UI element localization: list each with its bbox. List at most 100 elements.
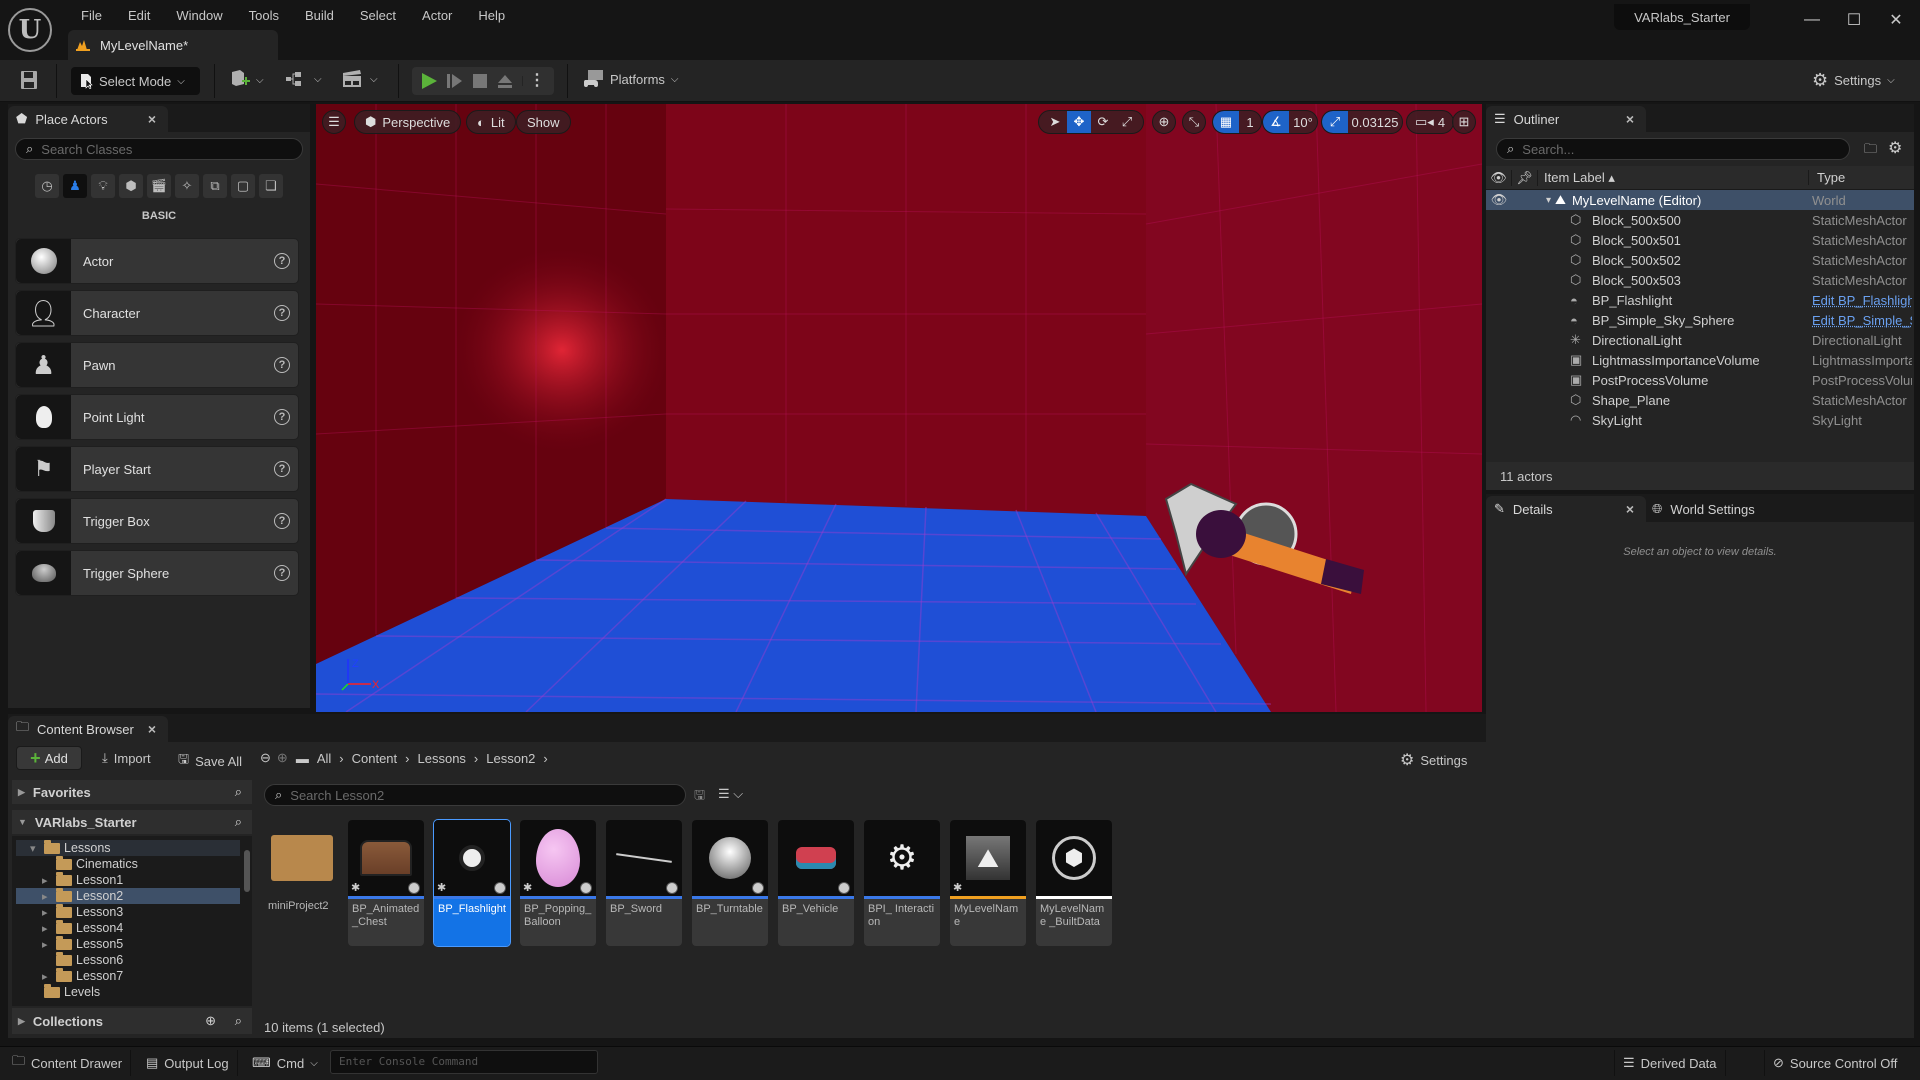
all-classes-icon[interactable]: ❏ xyxy=(259,174,283,198)
rotation-snap-control[interactable]: ∡ 10° xyxy=(1262,110,1318,134)
perspective-button[interactable]: ⬢ Perspective xyxy=(354,110,462,134)
scale-tool-icon[interactable]: ⤢ xyxy=(1115,111,1139,133)
breadcrumb-chevron-icon[interactable]: › xyxy=(405,751,409,766)
add-button[interactable]: + Add xyxy=(16,746,82,770)
breadcrumb-lesson2[interactable]: Lesson2 xyxy=(486,751,535,766)
step-frame-icon[interactable] xyxy=(446,72,464,90)
close-window-button[interactable]: ✕ xyxy=(1876,8,1916,32)
asset-tile[interactable]: ✱ BP_Animated _Chest xyxy=(348,820,424,946)
breadcrumb-all[interactable]: All xyxy=(317,751,331,766)
asset-tile[interactable]: miniProject2 xyxy=(264,820,340,946)
visibility-eye-icon[interactable]: 👁︎ xyxy=(1486,192,1512,208)
search-icon[interactable]: ⌕ xyxy=(235,784,242,800)
breadcrumb-lessons[interactable]: Lessons xyxy=(418,751,466,766)
folder-tree-item[interactable]: ▸ Lesson7 xyxy=(16,967,240,984)
tree-arrow-icon[interactable]: ▸ xyxy=(42,970,52,983)
toolbar-settings-button[interactable]: ⚙ Settings ⌵ xyxy=(1812,70,1895,91)
add-actor-dropdown[interactable]: ⌵ xyxy=(230,70,264,90)
outliner-row[interactable]: ◓ BP_Simple_Sky_Sphere Edit BP_Simple_Sky_… xyxy=(1486,310,1914,330)
breadcrumb-chevron-icon[interactable]: › xyxy=(543,751,547,766)
menu-tools[interactable]: Tools xyxy=(236,6,292,26)
close-tab-icon[interactable]: × xyxy=(1626,111,1634,127)
folder-tree-item[interactable]: ▸ Lesson1 xyxy=(16,871,240,888)
menu-help[interactable]: Help xyxy=(465,6,518,26)
save-icon[interactable] xyxy=(20,70,38,90)
actor-item-trigger-sphere[interactable]: Trigger Sphere ? xyxy=(15,550,299,596)
source-control-button[interactable]: ⊘ Source Control Off xyxy=(1764,1050,1905,1076)
tab-place-actors[interactable]: ⬟ Place Actors × xyxy=(8,106,168,132)
grid-snap-value[interactable]: 1 xyxy=(1239,111,1261,133)
level-tab[interactable]: MyLevelName* xyxy=(68,30,278,60)
outliner-row[interactable]: ▣ PostProcessVolume PostProcessVolume xyxy=(1486,370,1914,390)
unreal-logo-icon[interactable]: U xyxy=(8,8,52,52)
outliner-row[interactable]: ⬡ Block_500x502 StaticMeshActor xyxy=(1486,250,1914,270)
menu-actor[interactable]: Actor xyxy=(409,6,465,26)
content-browser-settings-button[interactable]: ⚙ Settings xyxy=(1400,750,1467,770)
shapes-icon[interactable]: ⬢ xyxy=(119,174,143,198)
collections-section[interactable]: ▶ Collections ⊕ ⌕ xyxy=(12,1008,252,1034)
actor-item-trigger-box[interactable]: Trigger Box ? xyxy=(15,498,299,544)
forward-arrow-icon[interactable]: ⊕ xyxy=(277,750,288,766)
scale-snap-value[interactable]: 0.03125 xyxy=(1348,111,1402,133)
help-icon[interactable]: ? xyxy=(274,253,290,269)
play-options-icon[interactable]: ⋮ xyxy=(522,73,545,89)
show-button[interactable]: Show xyxy=(516,110,571,134)
console-command-input[interactable]: Enter Console Command xyxy=(330,1050,598,1074)
cinematic-icon[interactable]: 🎬︎ xyxy=(147,174,171,198)
asset-tile[interactable]: ⛰︎ ✱ MyLevelName xyxy=(950,820,1026,946)
folder-tree-item[interactable]: ▾ Lessons xyxy=(16,839,240,856)
save-all-button[interactable]: 🖫︎ Save All xyxy=(178,750,242,772)
lights-icon[interactable]: 💡︎ xyxy=(91,174,115,198)
play-icon[interactable] xyxy=(420,72,438,90)
tab-content-browser[interactable]: 🗀︎ Content Browser × xyxy=(8,716,168,742)
tree-arrow-icon[interactable]: ▸ xyxy=(42,874,52,887)
viewport-menu-button[interactable]: ☰ xyxy=(322,110,346,134)
asset-tile[interactable]: BP_Vehicle xyxy=(778,820,854,946)
asset-tile[interactable]: BP_Sword xyxy=(606,820,682,946)
outliner-row[interactable]: ✳ DirectionalLight DirectionalLight xyxy=(1486,330,1914,350)
folder-tree-item[interactable]: Cinematics xyxy=(16,855,240,872)
help-icon[interactable]: ? xyxy=(274,513,290,529)
actor-item-actor[interactable]: Actor ? xyxy=(15,238,299,284)
tab-world-settings[interactable]: 🌐︎ World Settings xyxy=(1652,496,1755,522)
outliner-row[interactable]: ◓ BP_Flashlight Edit BP_Flashlight xyxy=(1486,290,1914,310)
tree-arrow-icon[interactable]: ▸ xyxy=(42,906,52,919)
outliner-search-input[interactable]: ⌕ Search... xyxy=(1496,138,1850,160)
asset-tile[interactable]: ⬢ MyLevelName _BuiltData xyxy=(1036,820,1112,946)
output-log-button[interactable]: ▤ Output Log xyxy=(138,1050,238,1076)
translate-tool-icon[interactable]: ✥ xyxy=(1067,111,1091,133)
platforms-dropdown[interactable]: Platforms ⌵ xyxy=(584,70,679,88)
outliner-row[interactable]: ⬡ Shape_Plane StaticMeshActor xyxy=(1486,390,1914,410)
help-icon[interactable]: ? xyxy=(274,461,290,477)
folder-tree-item[interactable]: ▸ Lesson2 xyxy=(16,887,240,904)
actor-item-player-start[interactable]: ⚑ Player Start ? xyxy=(15,446,299,492)
folder-tree-item[interactable]: ▸ Lesson3 xyxy=(16,903,240,920)
expand-arrow-icon[interactable]: ▾ xyxy=(1546,195,1551,206)
tree-arrow-icon[interactable]: ▸ xyxy=(42,890,52,903)
geometry-icon[interactable]: ⧉ xyxy=(203,174,227,198)
rotation-snap-icon[interactable]: ∡ xyxy=(1263,111,1289,133)
outliner-row[interactable]: ⬡ Block_500x503 StaticMeshActor xyxy=(1486,270,1914,290)
new-folder-icon[interactable]: 🗀︎ xyxy=(1864,140,1877,162)
filter-icon[interactable]: ☰ ⌵ xyxy=(718,786,743,802)
folder-tree-item[interactable]: Lesson6 xyxy=(16,951,240,968)
level-viewport[interactable]: Z X ☰ ⬢ Perspective ◐ Lit Show ➤ ✥ ⟳ ⤢ ⊕ ⤡… xyxy=(316,104,1482,712)
pin-column-icon[interactable]: 📌︎ xyxy=(1512,169,1538,186)
search-icon[interactable]: ⌕ xyxy=(235,1013,242,1029)
select-mode-dropdown[interactable]: Select Mode ⌵ xyxy=(71,67,200,95)
search-classes-input[interactable]: ⌕ Search Classes xyxy=(15,138,303,160)
help-icon[interactable]: ? xyxy=(274,305,290,321)
rotate-tool-icon[interactable]: ⟳ xyxy=(1091,111,1115,133)
asset-search-input[interactable]: ⌕ Search Lesson2 xyxy=(264,784,686,806)
help-icon[interactable]: ? xyxy=(274,409,290,425)
menu-build[interactable]: Build xyxy=(292,6,347,26)
folder-tree-item[interactable]: ▸ Lesson4 xyxy=(16,919,240,936)
search-icon[interactable]: ⌕ xyxy=(235,814,242,830)
breadcrumb-content[interactable]: Content xyxy=(352,751,398,766)
asset-tile[interactable]: ✱ BP_Flashlight xyxy=(433,819,511,947)
derived-data-button[interactable]: ☰ Derived Data xyxy=(1614,1050,1726,1076)
tree-arrow-icon[interactable]: ▸ xyxy=(42,938,52,951)
camera-speed-control[interactable]: ▭◂ 4 xyxy=(1406,110,1455,134)
folder-tree-item[interactable]: ▸ Lesson5 xyxy=(16,935,240,952)
visual-effects-icon[interactable]: ✧ xyxy=(175,174,199,198)
